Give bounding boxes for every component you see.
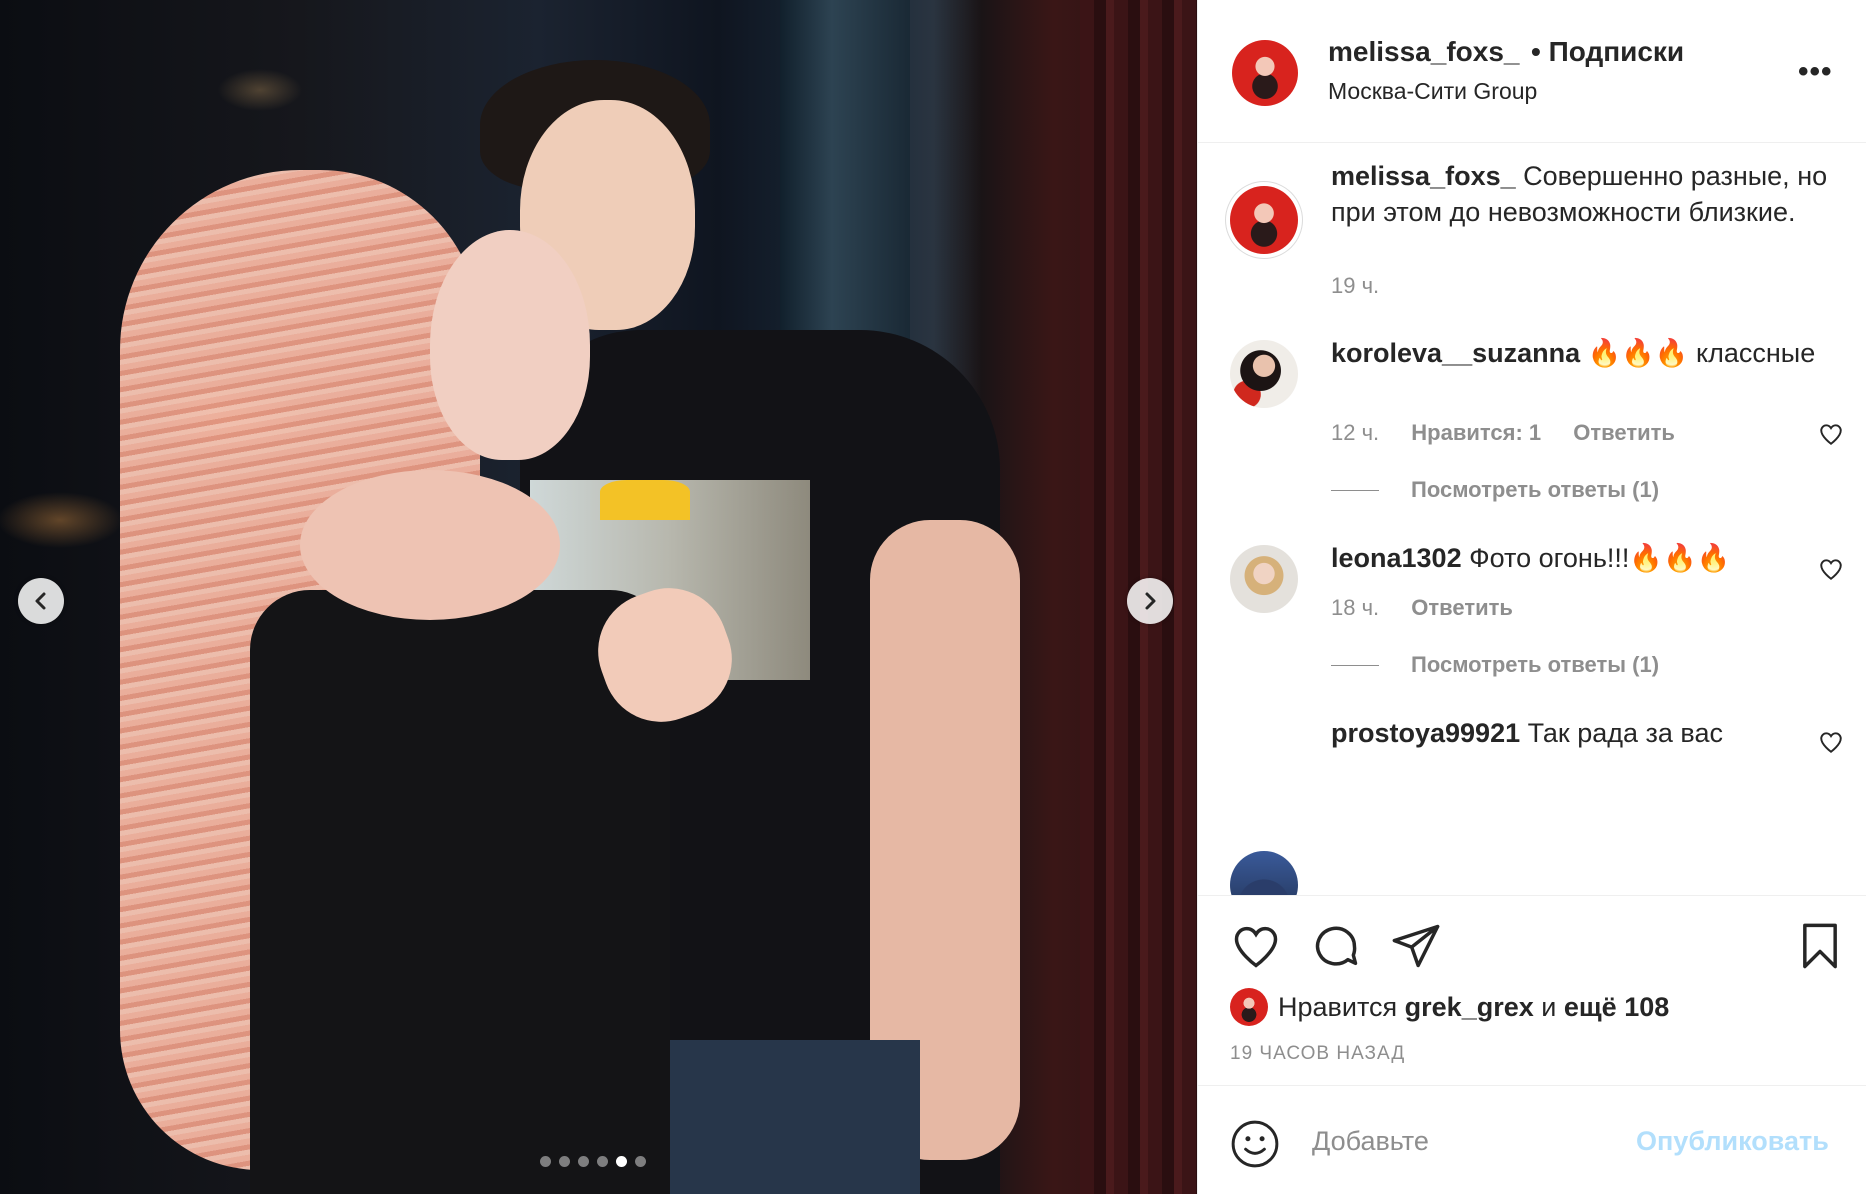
chevron-left-icon: [35, 592, 46, 610]
woman-face: [430, 230, 590, 460]
view-replies-button[interactable]: Посмотреть ответы (1): [1331, 652, 1659, 678]
view-replies-label: Посмотреть ответы (1): [1411, 477, 1660, 502]
comment-body: Фото огонь!!!🔥🔥🔥: [1469, 543, 1731, 573]
caption-text: melissa_foxs_ Совершенно разные, но при …: [1331, 158, 1831, 230]
post-timestamp[interactable]: 19 ЧАСОВ НАЗАД: [1230, 1043, 1405, 1065]
likes-others-count[interactable]: ещё 108: [1564, 992, 1669, 1023]
like-heart-icon[interactable]: [1230, 920, 1282, 972]
caption-meta: 19 ч.: [1331, 273, 1405, 299]
replies-divider: [1331, 489, 1379, 491]
comment-text: koroleva__suzanna 🔥🔥🔥 классные: [1331, 335, 1831, 371]
comment-meta: 12 ч. Нравится: 1 Ответить: [1331, 420, 1701, 446]
carousel-prev-button[interactable]: [18, 578, 64, 624]
likes-summary[interactable]: Нравится grek_grex и ещё 108: [1230, 988, 1669, 1026]
caption-time[interactable]: 19 ч.: [1331, 273, 1379, 298]
comment-like-heart-icon[interactable]: [1818, 421, 1844, 447]
follow-status-button[interactable]: • Подписки: [1531, 36, 1684, 68]
view-replies-button[interactable]: Посмотреть ответы (1): [1331, 477, 1659, 503]
comment-time[interactable]: 18 ч.: [1331, 595, 1379, 620]
liker-avatar[interactable]: [1230, 988, 1268, 1026]
comment-username[interactable]: koroleva__suzanna: [1331, 338, 1580, 368]
carousel-dot-active: [616, 1156, 627, 1167]
likes-prefix: Нравится: [1278, 991, 1398, 1022]
post-header: melissa_foxs_ • Подписки Москва-Сити Gro…: [1198, 0, 1866, 143]
comment-meta: 18 ч. Ответить: [1331, 595, 1539, 621]
author-avatar[interactable]: [1232, 40, 1298, 106]
comments-list[interactable]: melissa_foxs_ Совершенно разные, но при …: [1198, 143, 1866, 895]
comment-composer: Добавьте Опубликовать: [1198, 1085, 1866, 1195]
commenter-avatar[interactable]: [1230, 545, 1298, 613]
comment-text: leona1302 Фото огонь!!!🔥🔥🔥: [1331, 540, 1831, 576]
comment-like-heart-icon[interactable]: [1818, 729, 1844, 755]
comment-input[interactable]: Добавьте: [1312, 1126, 1429, 1157]
caption-username[interactable]: melissa_foxs_: [1331, 161, 1516, 191]
comment-reply-button[interactable]: Ответить: [1573, 420, 1675, 445]
view-replies-label: Посмотреть ответы (1): [1411, 652, 1660, 677]
commenter-avatar[interactable]: [1230, 340, 1298, 408]
comment-text: prostoya99921 Так рада за вас: [1331, 715, 1831, 751]
comment-username[interactable]: prostoya99921: [1331, 718, 1520, 748]
comment-bubble-icon[interactable]: [1310, 920, 1362, 972]
likes-and: и: [1541, 991, 1557, 1022]
print-figure-hair: [600, 480, 690, 520]
caption-author-avatar[interactable]: [1230, 186, 1298, 254]
comment-username[interactable]: leona1302: [1331, 543, 1462, 573]
carousel-next-button[interactable]: [1127, 578, 1173, 624]
post-photo[interactable]: [0, 0, 1197, 1194]
share-send-icon[interactable]: [1390, 920, 1442, 972]
comment-body: 🔥🔥🔥 классные: [1587, 338, 1816, 368]
comment-time[interactable]: 12 ч.: [1331, 420, 1379, 445]
post-actions: Нравится grek_grex и ещё 108 19 ЧАСОВ НА…: [1198, 895, 1866, 1086]
carousel-dot: [635, 1156, 646, 1167]
chevron-right-icon: [1145, 592, 1156, 610]
carousel-dot: [559, 1156, 570, 1167]
bookmark-icon[interactable]: [1794, 920, 1846, 972]
carousel-dots: [540, 1156, 646, 1167]
comment-body: Так рада за вас: [1527, 718, 1723, 748]
carousel-dot: [597, 1156, 608, 1167]
liker-username[interactable]: grek_grex: [1405, 992, 1534, 1023]
carousel-dot: [578, 1156, 589, 1167]
post-side-panel: melissa_foxs_ • Подписки Москва-Сити Gro…: [1197, 0, 1866, 1194]
comment-likes[interactable]: Нравится: 1: [1411, 420, 1541, 445]
post-location[interactable]: Москва-Сити Group: [1328, 78, 1537, 105]
carousel-dot: [540, 1156, 551, 1167]
emoji-smile-icon[interactable]: [1230, 1119, 1280, 1169]
comment-like-heart-icon[interactable]: [1818, 556, 1844, 582]
woman-shoulder: [300, 470, 560, 620]
publish-button[interactable]: Опубликовать: [1636, 1126, 1829, 1157]
commenter-avatar[interactable]: [1230, 851, 1298, 895]
more-options-icon[interactable]: •••: [1798, 55, 1833, 89]
comment-reply-button[interactable]: Ответить: [1411, 595, 1513, 620]
author-username[interactable]: melissa_foxs_: [1328, 36, 1519, 68]
replies-divider: [1331, 664, 1379, 666]
